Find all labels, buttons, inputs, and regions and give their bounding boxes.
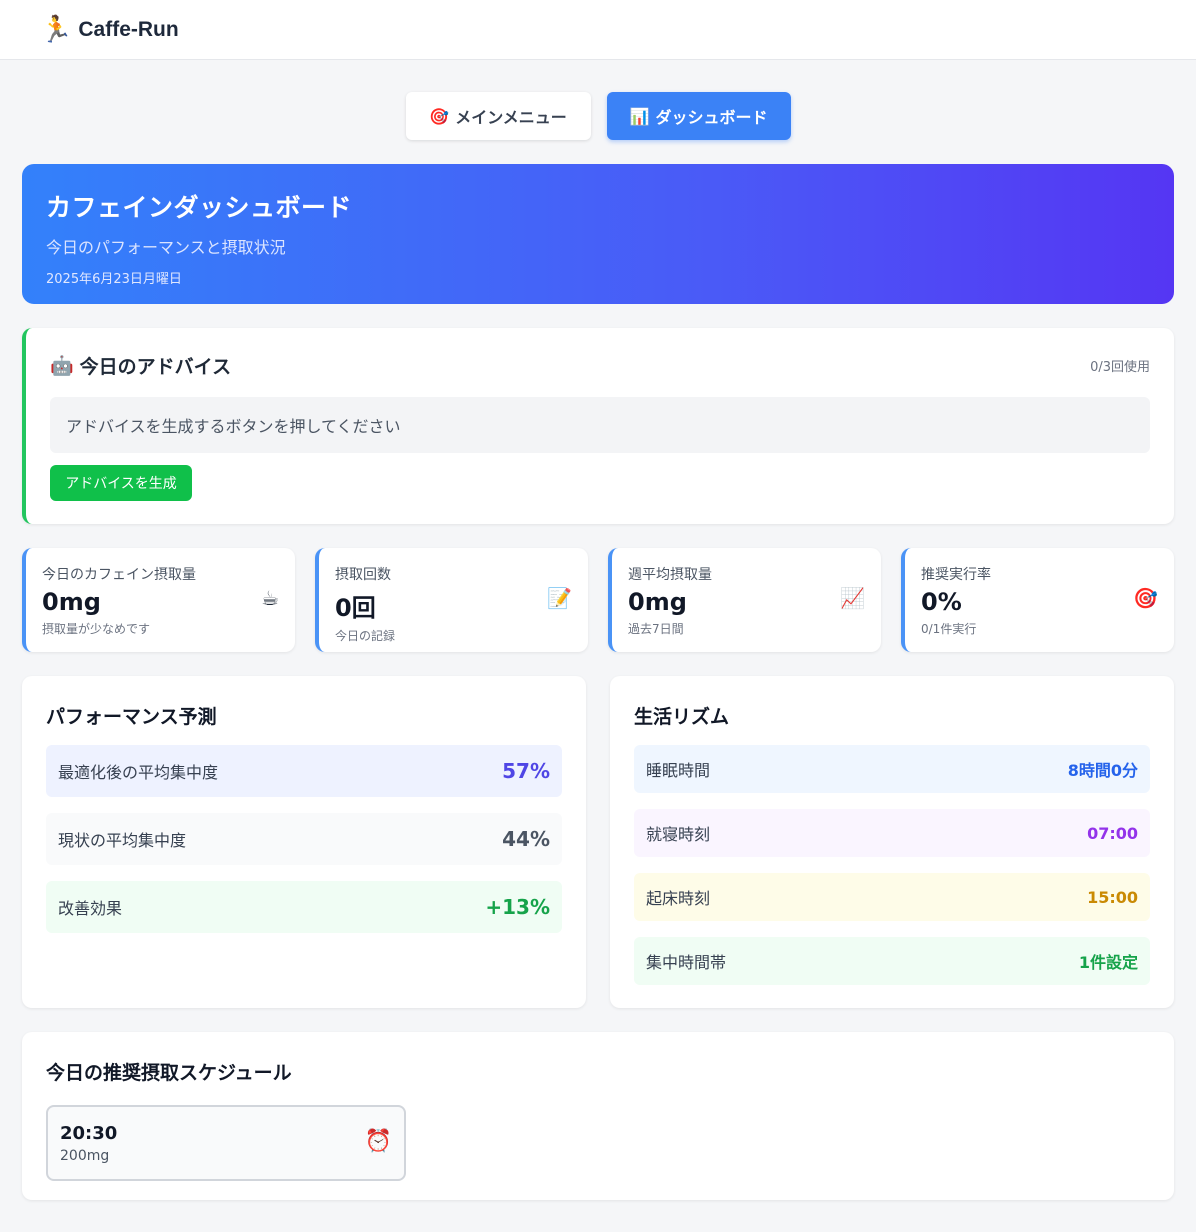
advice-title: 🤖 今日のアドバイス: [50, 352, 231, 379]
stat-label: 摂取回数: [335, 567, 391, 583]
alarm-clock-icon: ⏰: [364, 1129, 392, 1154]
app-name: Caffe-Run: [78, 17, 179, 41]
row-value: 1件設定: [1078, 953, 1138, 972]
rhythm-row-bedtime: 就寝時刻 07:00: [634, 809, 1150, 857]
dashboard-button[interactable]: 📊 ダッシュボード: [606, 92, 791, 140]
stat-value: 0mg: [628, 588, 687, 616]
rhythm-row-focus: 集中時間帯 1件設定: [634, 937, 1150, 985]
advice-card: 🤖 今日のアドバイス 0/3回使用 アドバイスを生成するボタンを押してください …: [22, 328, 1174, 524]
row-label: 集中時間帯: [646, 953, 727, 972]
current-date: 2025年6月23日月曜日: [46, 272, 182, 287]
target-icon: 🎯: [1133, 586, 1158, 610]
row-value: 44%: [502, 827, 550, 851]
stat-card-weekly-average: 週平均摂取量 0mg 過去7日間 📈: [608, 548, 881, 652]
stats-row: 今日のカフェイン摂取量 0mg 摂取量が少なめです ☕ 摂取回数 0回 今日の記…: [22, 548, 1174, 652]
page-subtitle: 今日のパフォーマンスと摂取状況: [46, 238, 286, 257]
stat-card-intake-count: 摂取回数 0回 今日の記録 📝: [315, 548, 588, 652]
row-label: 改善効果: [58, 899, 123, 918]
main-nav: 🎯 メインメニュー 📊 ダッシュボード: [0, 92, 1196, 140]
schedule-time: 20:30: [60, 1123, 118, 1144]
top-bar: 🏃 Caffe-Run: [0, 0, 1196, 60]
advice-message: アドバイスを生成するボタンを押してください: [50, 397, 1150, 453]
perf-row-improvement: 改善効果 +13%: [46, 881, 562, 933]
row-value: +13%: [485, 895, 550, 919]
schedule-item[interactable]: 20:30 200mg ⏰: [46, 1105, 406, 1181]
rhythm-row-sleep: 睡眠時間 8時間0分: [634, 745, 1150, 793]
advice-title-text: 今日のアドバイス: [79, 356, 232, 378]
performance-panel: パフォーマンス予測 最適化後の平均集中度 57% 現状の平均集中度 44% 改善…: [22, 676, 586, 1008]
performance-title: パフォーマンス予測: [46, 706, 217, 728]
stat-label: 週平均摂取量: [628, 567, 712, 583]
row-label: 現状の平均集中度: [58, 831, 187, 850]
rhythm-panel: 生活リズム 睡眠時間 8時間0分 就寝時刻 07:00 起床時刻 15:00 集…: [610, 676, 1174, 1008]
stat-note: 今日の記録: [335, 629, 396, 643]
stat-label: 今日のカフェイン摂取量: [42, 567, 196, 583]
trend-chart-icon: 📈: [840, 586, 865, 610]
row-value: 8時間0分: [1067, 761, 1138, 780]
page-title: カフェインダッシュボード: [46, 193, 353, 222]
row-label: 最適化後の平均集中度: [58, 763, 219, 782]
dashboard-label: ダッシュボード: [655, 108, 768, 127]
stat-label: 推奨実行率: [921, 567, 991, 583]
rhythm-row-wake: 起床時刻 15:00: [634, 873, 1150, 921]
schedule-amount: 200mg: [60, 1148, 110, 1164]
row-label: 起床時刻: [646, 889, 711, 908]
row-label: 睡眠時間: [646, 761, 711, 780]
rhythm-title: 生活リズム: [634, 706, 730, 728]
main-menu-button[interactable]: 🎯 メインメニュー: [405, 92, 591, 140]
stat-note: 0/1件実行: [921, 622, 977, 636]
stat-value: 0回: [335, 594, 376, 622]
advice-usage-count: 0/3回使用: [1090, 360, 1150, 375]
memo-icon: 📝: [547, 586, 572, 610]
row-label: 就寝時刻: [646, 825, 711, 844]
main-menu-label: メインメニュー: [455, 108, 567, 127]
perf-row-current: 現状の平均集中度 44%: [46, 813, 562, 865]
stat-card-recommendation-rate: 推奨実行率 0% 0/1件実行 🎯: [901, 548, 1174, 652]
stat-value: 0%: [921, 588, 962, 616]
dashboard-hero: カフェインダッシュボード 今日のパフォーマンスと摂取状況 2025年6月23日月…: [22, 164, 1174, 304]
stat-note: 摂取量が少なめです: [42, 622, 151, 636]
schedule-title: 今日の推奨摂取スケジュール: [46, 1062, 292, 1084]
coffee-icon: ☕: [261, 586, 279, 610]
bar-chart-icon: 📊: [629, 106, 650, 126]
stat-card-caffeine-today: 今日のカフェイン摂取量 0mg 摂取量が少なめです ☕: [22, 548, 295, 652]
perf-row-optimized: 最適化後の平均集中度 57%: [46, 745, 562, 797]
row-value: 57%: [502, 759, 550, 783]
target-icon: 🎯: [429, 106, 450, 126]
row-value: 15:00: [1087, 887, 1138, 907]
app-logo[interactable]: 🏃 Caffe-Run: [40, 17, 179, 43]
row-value: 07:00: [1087, 823, 1138, 843]
robot-icon: 🤖: [50, 355, 74, 377]
generate-advice-button[interactable]: アドバイスを生成: [50, 465, 192, 501]
schedule-panel: 今日の推奨摂取スケジュール 20:30 200mg ⏰: [22, 1032, 1174, 1200]
running-person-icon: 🏃: [40, 14, 73, 45]
stat-value: 0mg: [42, 588, 101, 616]
stat-note: 過去7日間: [628, 622, 684, 636]
